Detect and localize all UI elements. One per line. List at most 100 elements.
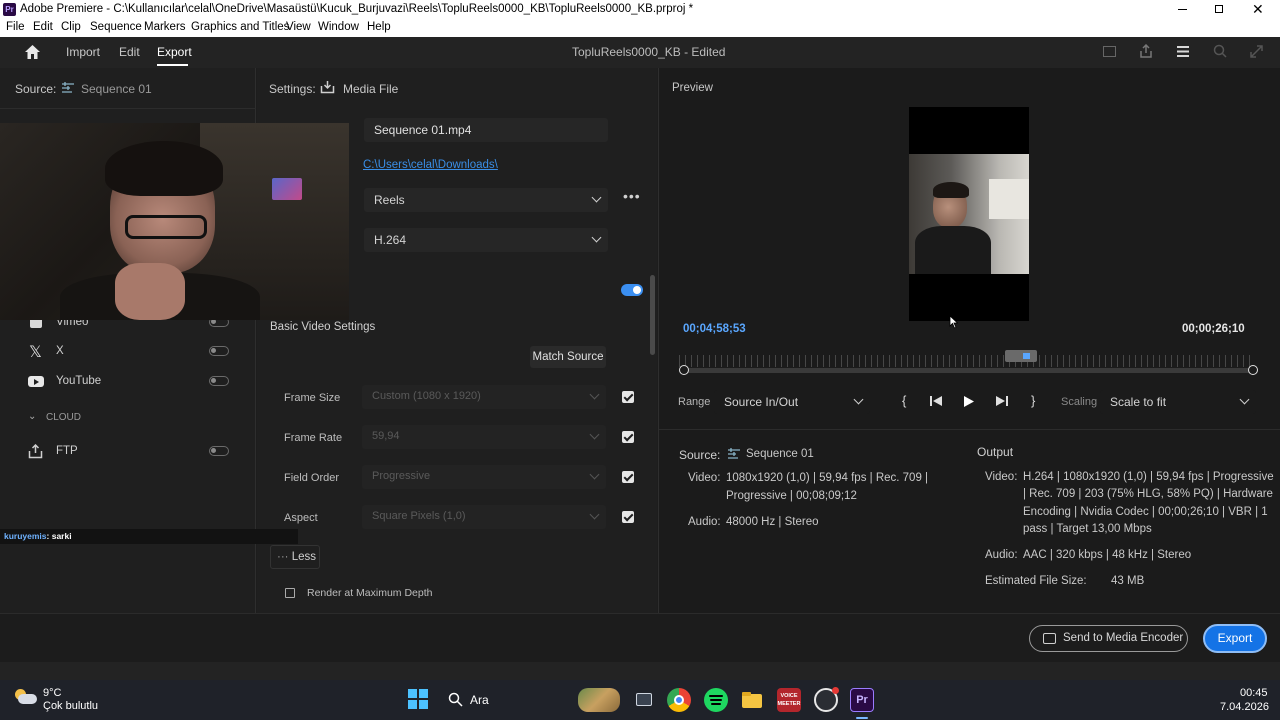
render-max-depth-label: Render at Maximum Depth <box>307 587 433 599</box>
timeline-track[interactable] <box>684 368 1254 373</box>
less-label: Less <box>291 551 316 563</box>
info-divider <box>659 429 1280 430</box>
more-options-icon[interactable]: ••• <box>623 188 641 204</box>
format-dropdown[interactable]: H.264 <box>364 228 608 252</box>
menu-help[interactable]: Help <box>367 21 391 33</box>
home-icon[interactable] <box>24 44 41 60</box>
active-app-indicator <box>856 717 868 719</box>
less-button[interactable]: ··· Less <box>270 545 320 569</box>
play-icon[interactable] <box>963 395 975 408</box>
frame-size-dropdown[interactable]: Custom (1080 x 1920) <box>362 385 606 409</box>
sequence-icon <box>62 82 74 93</box>
search-help-icon[interactable] <box>1213 44 1227 58</box>
premiere-app-icon: Pr <box>3 3 16 16</box>
weather-temp[interactable]: 9°C <box>43 687 61 699</box>
export-button[interactable]: Export <box>1203 624 1267 653</box>
toggle-youtube[interactable] <box>209 376 229 386</box>
weather-icon[interactable] <box>15 689 37 705</box>
tab-edit[interactable]: Edit <box>119 45 140 59</box>
weather-desc[interactable]: Çok bulutlu <box>43 700 98 712</box>
field-order-value: Progressive <box>372 470 431 482</box>
menu-window[interactable]: Window <box>318 21 359 33</box>
close-icon[interactable]: ✕ <box>1252 1 1264 17</box>
playhead-marker[interactable] <box>1005 350 1037 362</box>
step-forward-icon[interactable] <box>995 395 1009 407</box>
destination-ftp-label: FTP <box>56 445 78 457</box>
taskbar-search-label[interactable]: Ara <box>470 693 489 707</box>
scaling-value: Scale to fit <box>1110 395 1167 409</box>
youtube-icon <box>28 376 44 387</box>
task-view-icon[interactable] <box>632 688 656 712</box>
search-highlight-image[interactable] <box>578 688 620 712</box>
current-timecode[interactable]: 00;04;58;53 <box>683 323 746 335</box>
step-back-icon[interactable] <box>929 395 943 407</box>
menu-sequence[interactable]: Sequence <box>90 21 142 33</box>
obs-icon[interactable] <box>814 687 839 712</box>
field-order-match-checkbox[interactable] <box>622 471 634 483</box>
status-strip <box>0 662 1280 680</box>
toggle-x[interactable] <box>209 346 229 356</box>
in-point-handle[interactable] <box>679 365 689 375</box>
restore-icon[interactable] <box>1215 5 1223 13</box>
file-name-input[interactable]: Sequence 01.mp4 <box>364 118 608 142</box>
fullscreen-icon[interactable] <box>1250 45 1263 58</box>
output-location-link[interactable]: C:\Users\celal\Downloads\ <box>363 159 498 171</box>
frame-size-match-checkbox[interactable] <box>622 391 634 403</box>
search-icon[interactable] <box>448 692 463 707</box>
video-section-toggle[interactable] <box>621 284 643 296</box>
menu-view[interactable]: View <box>286 21 311 33</box>
voicemeeter-icon[interactable]: VOICE MEETER <box>777 688 801 712</box>
toggle-ftp[interactable] <box>209 446 229 456</box>
spotify-icon[interactable] <box>704 688 728 712</box>
preview-car-window <box>989 179 1029 219</box>
ftp-upload-icon <box>28 444 43 459</box>
field-order-dropdown[interactable]: Progressive <box>362 465 606 489</box>
x-logo-icon: 𝕏 <box>29 342 42 361</box>
clock-time[interactable]: 00:45 <box>1240 687 1268 699</box>
share-icon[interactable] <box>1139 44 1153 59</box>
out-point-handle[interactable] <box>1248 365 1258 375</box>
set-out-icon[interactable]: } <box>1031 393 1035 408</box>
frame-rate-dropdown[interactable]: 59,94 <box>362 425 606 449</box>
minimize-icon[interactable] <box>1178 9 1187 10</box>
preset-value: Reels <box>374 193 405 207</box>
aspect-label: Aspect <box>284 512 318 524</box>
tab-import[interactable]: Import <box>66 45 100 59</box>
render-max-depth-checkbox[interactable] <box>285 588 295 598</box>
preview-video-content <box>909 154 1029 274</box>
menu-edit[interactable]: Edit <box>33 21 53 33</box>
file-explorer-icon[interactable] <box>740 688 764 712</box>
chat-overlay: kuruyemis: sarki <box>0 529 298 544</box>
destination-x-label: X <box>56 345 64 357</box>
range-dropdown[interactable]: Source In/Out <box>714 390 870 414</box>
chrome-icon[interactable] <box>667 688 691 712</box>
quick-export-icon[interactable] <box>1176 45 1190 58</box>
windows-start-icon[interactable] <box>408 689 428 709</box>
send-to-media-encoder-button[interactable]: Send to Media Encoder <box>1029 625 1188 652</box>
premiere-taskbar-icon[interactable]: Pr <box>850 688 874 712</box>
settings-scrollbar[interactable] <box>650 275 655 355</box>
tab-export[interactable]: Export <box>157 45 192 59</box>
preset-dropdown[interactable]: Reels <box>364 188 608 212</box>
output-video-line3: Encoding | Nvidia Codec | 00;00;26;10 | … <box>1023 506 1268 518</box>
send-to-media-encoder-label: Send to Media Encoder <box>1063 632 1184 644</box>
mouse-cursor-icon <box>949 315 958 329</box>
aspect-match-checkbox[interactable] <box>622 511 634 523</box>
timeline-ruler[interactable] <box>679 355 1255 367</box>
scaling-dropdown[interactable]: Scale to fit <box>1100 390 1256 414</box>
match-source-button[interactable]: Match Source <box>530 346 606 368</box>
menu-file[interactable]: File <box>6 21 25 33</box>
menu-markers[interactable]: Markers <box>144 21 186 33</box>
set-in-icon[interactable]: { <box>902 393 906 408</box>
frame-rate-match-checkbox[interactable] <box>622 431 634 443</box>
file-name-text: Sequence 01.mp4 <box>374 123 472 137</box>
menu-graphics-and-titles[interactable]: Graphics and Titles <box>191 21 289 33</box>
range-value: Source In/Out <box>724 395 799 409</box>
aspect-dropdown[interactable]: Square Pixels (1,0) <box>362 505 606 529</box>
export-action-bar: Send to Media Encoder Export <box>0 613 1280 662</box>
clock-date[interactable]: 7.04.2026 <box>1220 701 1269 713</box>
menu-clip[interactable]: Clip <box>61 21 81 33</box>
panel-layout-icon[interactable] <box>1103 46 1116 57</box>
chevron-down-icon[interactable]: ⌄ <box>28 411 36 422</box>
preview-frame <box>909 107 1029 321</box>
